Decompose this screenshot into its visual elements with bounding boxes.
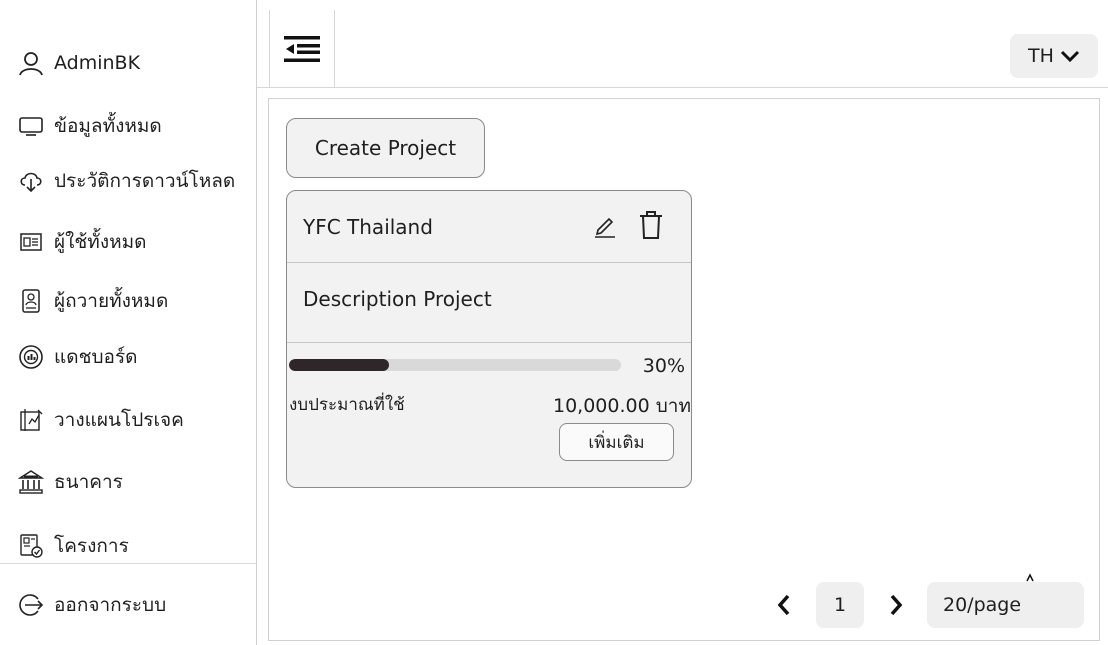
project-card-header: YFC Thailand (287, 191, 691, 263)
sidebar-item-label: โครงการ (54, 535, 129, 557)
sidebar-user[interactable]: AdminBK (18, 50, 140, 76)
sidebar-divider (0, 563, 257, 564)
chevron-right-icon (890, 594, 903, 616)
project-check-icon (20, 534, 43, 558)
logout-label: ออกจากระบบ (54, 594, 167, 616)
sidebar-item-label: ผู้ใช้ทั้งหมด (54, 231, 147, 253)
next-page-button[interactable] (881, 582, 911, 628)
trash-icon[interactable] (637, 210, 665, 240)
top-header: TH (257, 0, 1108, 88)
sidebar-item-label: ข้อมูลทั้งหมด (54, 115, 162, 137)
prev-page-button[interactable] (769, 582, 799, 628)
chevron-left-icon (777, 594, 790, 616)
dashboard-chart-icon (19, 345, 43, 369)
sidebar-item-projects[interactable]: โครงการ (18, 531, 129, 561)
sidebar-item-label: วางแผนโปรเจค (54, 409, 184, 431)
logout-button[interactable]: ออกจากระบบ (18, 590, 166, 620)
user-icon (19, 52, 43, 76)
sidebar-border (256, 0, 257, 645)
project-description: Description Project (303, 287, 492, 311)
edit-icon[interactable] (592, 213, 618, 239)
sidebar-item-label: ผู้ถวายทั้งหมด (54, 290, 169, 312)
chevron-down-icon (1060, 50, 1080, 63)
language-selector[interactable]: TH (1010, 34, 1098, 78)
document-person-icon (22, 289, 40, 313)
id-card-icon (20, 233, 42, 251)
project-card: YFC Thailand Description Project 30% งบป… (286, 190, 692, 488)
progress-percent: 30% (642, 355, 685, 377)
bank-icon (18, 470, 44, 494)
collapse-menu-button[interactable] (269, 10, 335, 88)
sidebar-item-bank[interactable]: ธนาคาร (18, 467, 123, 497)
more-details-button[interactable]: เพิ่มเติม (559, 423, 674, 461)
logout-icon (19, 594, 44, 616)
caret-up-icon (1026, 573, 1034, 582)
sidebar-item-project-planning[interactable]: วางแผนโปรเจค (18, 405, 184, 435)
sidebar-item-all-users[interactable]: ผู้ใช้ทั้งหมด (18, 227, 147, 257)
progress-bar-fill (289, 359, 389, 371)
sidebar-item-download-history[interactable]: ประวัติการดาวน์โหลด (18, 166, 235, 196)
monitor-icon (19, 117, 43, 136)
sidebar-item-dashboard[interactable]: แดชบอร์ด (18, 342, 138, 372)
menu-collapse-icon (284, 36, 320, 62)
create-project-button[interactable]: Create Project (286, 118, 485, 178)
main-panel: Create Project YFC Thailand Description … (268, 98, 1100, 641)
language-label: TH (1028, 45, 1054, 67)
progress-bar (289, 359, 621, 371)
cloud-download-icon (20, 172, 42, 193)
sidebar-item-label: แดชบอร์ด (54, 346, 138, 368)
sidebar-item-all-data[interactable]: ข้อมูลทั้งหมด (18, 111, 162, 141)
budget-value: 10,000.00 บาท (553, 395, 691, 417)
page-size-select[interactable]: 20/page (927, 582, 1084, 628)
sidebar-item-all-donors[interactable]: ผู้ถวายทั้งหมด (18, 286, 168, 316)
budget-label: งบประมาณที่ใช้ (289, 395, 405, 415)
sidebar-user-label: AdminBK (54, 52, 141, 74)
sidebar-item-label: ธนาคาร (54, 471, 123, 493)
page-number-button[interactable]: 1 (816, 582, 864, 628)
sidebar: AdminBK ข้อมูลทั้งหมด ประวัติการดาวน์โหล… (0, 0, 257, 645)
plan-board-icon (20, 409, 43, 431)
sidebar-item-label: ประวัติการดาวน์โหลด (54, 170, 236, 192)
project-title: YFC Thailand (303, 215, 433, 239)
project-description-section: Description Project (287, 263, 691, 343)
